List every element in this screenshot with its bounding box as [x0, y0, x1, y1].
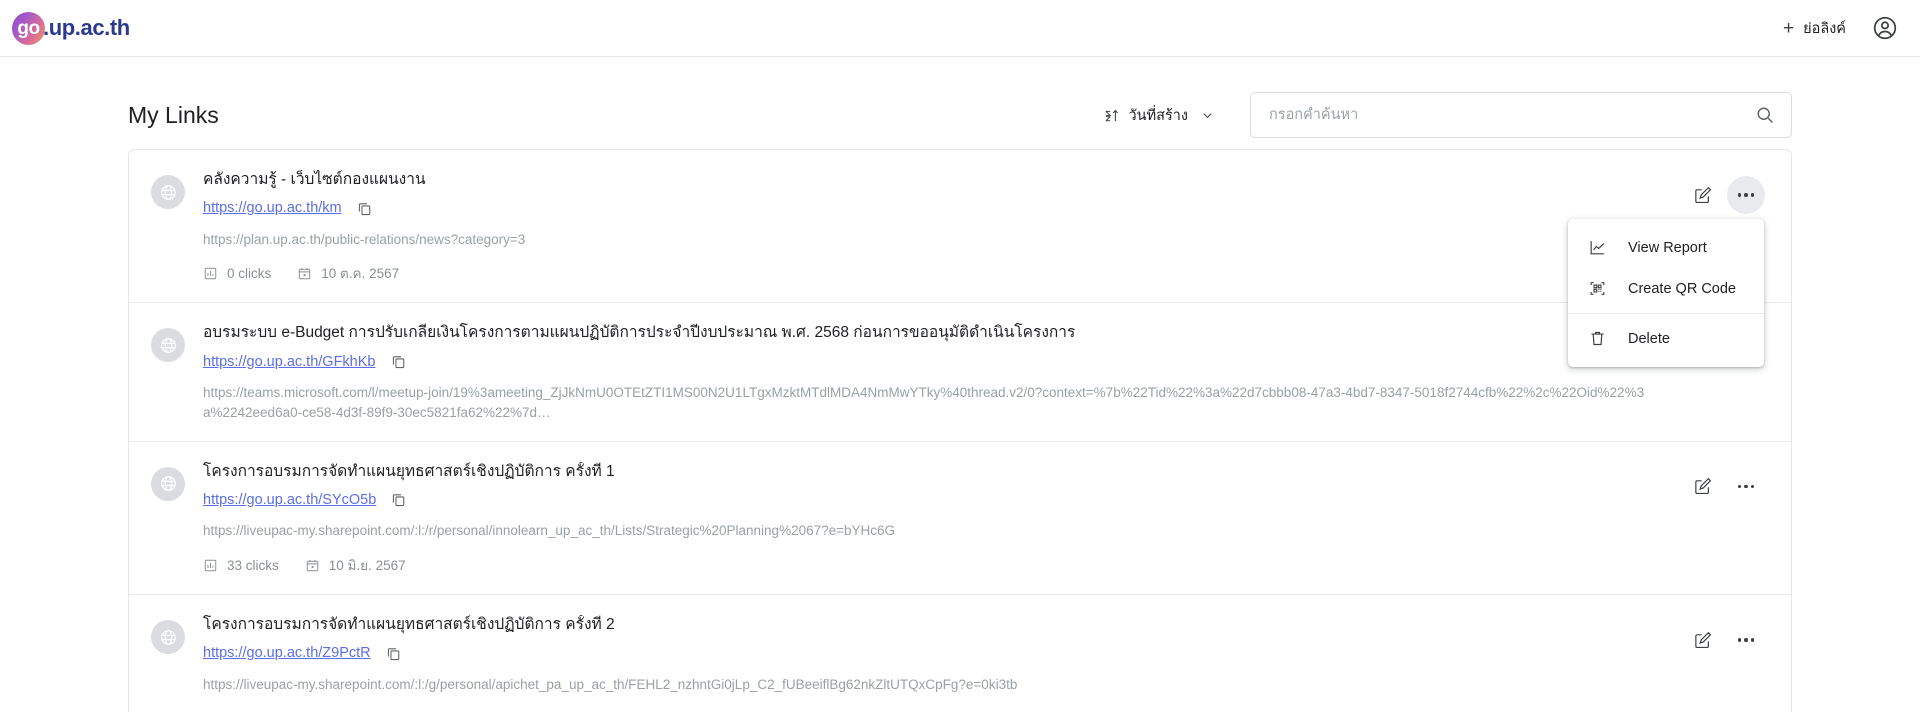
trash-icon	[1591, 331, 1604, 346]
menu-label: View Report	[1628, 239, 1707, 256]
created-date: 10 ต.ค. 2567	[321, 266, 400, 282]
page-header-controls: วันที่สร้าง	[1103, 92, 1792, 138]
calendar-icon	[306, 559, 318, 571]
destination-url: https://plan.up.ac.th/public-relations/n…	[203, 231, 526, 247]
more-options-icon	[1737, 638, 1755, 642]
clicks-meta: 33 clicks	[203, 558, 279, 573]
destination-url: https://liveupac-my.sharepoint.com/:l:/r…	[203, 523, 896, 539]
copy-icon[interactable]	[356, 200, 373, 217]
link-meta: 33 clicks 10 มิ.ย. 2567	[203, 554, 1663, 576]
sort-dropdown[interactable]: วันที่สร้าง	[1103, 104, 1214, 127]
edit-square-icon	[1694, 186, 1711, 203]
menu-item-delete[interactable]: Delete	[1568, 318, 1764, 359]
page-header: My Links วันที่สร้าง	[128, 81, 1792, 149]
links-list: คลังความรู้ - เว็บไซต์กองแผนงาน https://…	[128, 149, 1792, 712]
main-content: My Links วันที่สร้าง กรอกคำค้นหา คลังควา…	[0, 81, 1920, 712]
table-row[interactable]: คลังความรู้ - เว็บไซต์กองแผนงาน https://…	[129, 150, 1791, 367]
date-meta: 10 มิ.ย. 2567	[305, 708, 406, 712]
table-row[interactable]: อบรมระบบ e-Budget การปรับเกลี่ยเงินโครงก…	[129, 303, 1791, 442]
short-url-line: https://go.up.ac.th/SYcO5b	[203, 491, 1663, 508]
more-options-button[interactable]	[1727, 176, 1765, 214]
sort-label: วันที่สร้าง	[1128, 107, 1188, 124]
row-actions: View Report Create QR Code Delete	[1568, 176, 1765, 367]
created-date: 10 มิ.ย. 2567	[329, 708, 406, 712]
site-logo[interactable]: go .up.ac.th	[12, 11, 130, 45]
more-options-button[interactable]	[1727, 468, 1765, 506]
clicks-meta: 0 clicks	[203, 266, 271, 281]
globe-icon	[151, 620, 185, 655]
chevron-down-icon	[1201, 109, 1214, 122]
edit-square-icon	[1694, 631, 1711, 648]
add-link-label: ย่อลิงค์	[1803, 20, 1846, 37]
copy-icon[interactable]	[390, 491, 407, 508]
more-options-icon	[1737, 484, 1755, 489]
edit-link-button[interactable]	[1683, 468, 1721, 506]
edit-link-button[interactable]	[1683, 176, 1721, 214]
account-circle-icon[interactable]	[1872, 15, 1898, 41]
short-url-link[interactable]: https://go.up.ac.th/SYcO5b	[203, 492, 376, 508]
table-row[interactable]: โครงการอบรมการจัดทำแผนยุทธศาสตร์เชิงปฏิบ…	[129, 595, 1791, 712]
copy-icon[interactable]	[385, 645, 402, 662]
short-url-link[interactable]: https://go.up.ac.th/km	[203, 200, 342, 216]
row-content: คลังความรู้ - เว็บไซต์กองแผนงาน https://…	[185, 170, 1683, 284]
copy-icon[interactable]	[390, 353, 407, 370]
top-bar-actions: + ย่อลิงค์	[1783, 15, 1898, 41]
menu-divider	[1568, 313, 1764, 314]
bar-chart-icon	[204, 267, 217, 280]
row-content: อบรมระบบ e-Budget การปรับเกลี่ยเงินโครงก…	[185, 323, 1683, 422]
more-options-button[interactable]	[1727, 621, 1765, 659]
menu-label: Create QR Code	[1628, 280, 1736, 297]
globe-icon	[151, 175, 185, 209]
short-url-link[interactable]: https://go.up.ac.th/GFkhKb	[203, 354, 376, 370]
menu-label: Delete	[1628, 330, 1670, 347]
logo-text: .up.ac.th	[43, 15, 130, 40]
line-chart-icon	[1590, 241, 1605, 255]
edit-link-button[interactable]	[1683, 621, 1721, 659]
row-actions	[1683, 621, 1765, 712]
link-meta: 0 clicks 10 ต.ค. 2567	[203, 262, 1663, 284]
search-input[interactable]	[1269, 107, 1755, 123]
link-meta: 32 clicks 10 มิ.ย. 2567	[203, 708, 1663, 712]
link-title: อบรมระบบ e-Budget การปรับเกลี่ยเงินโครงก…	[203, 324, 1076, 342]
globe-icon	[151, 328, 185, 363]
created-date: 10 มิ.ย. 2567	[328, 558, 406, 574]
top-bar: go .up.ac.th + ย่อลิงค์	[0, 0, 1920, 57]
clicks-count: 33 clicks	[227, 557, 279, 573]
row-content: โครงการอบรมการจัดทำแผนยุทธศาสตร์เชิงปฏิบ…	[185, 615, 1683, 712]
short-url-line: https://go.up.ac.th/GFkhKb	[203, 353, 1663, 370]
calendar-icon	[299, 268, 311, 280]
destination-url: https://teams.microsoft.com/l/meetup-joi…	[203, 385, 1645, 420]
bar-chart-icon	[204, 559, 217, 571]
search-icon[interactable]	[1755, 105, 1775, 125]
short-url-link[interactable]: https://go.up.ac.th/Z9PctR	[203, 645, 371, 661]
more-options-icon	[1737, 193, 1755, 197]
context-menu: View Report Create QR Code Delete	[1568, 219, 1764, 367]
table-row[interactable]: โครงการอบรมการจัดทำแผนยุทธศาสตร์เชิงปฏิบ…	[129, 442, 1791, 596]
search-box[interactable]	[1250, 92, 1792, 138]
clicks-count: 0 clicks	[227, 265, 272, 281]
date-meta: 10 มิ.ย. 2567	[305, 554, 406, 576]
sort-az-icon	[1103, 107, 1120, 124]
menu-item-create-qr-code[interactable]: Create QR Code	[1568, 268, 1764, 309]
date-meta: 10 ต.ค. 2567	[297, 262, 399, 284]
plus-icon: +	[1783, 17, 1795, 39]
edit-square-icon	[1694, 477, 1711, 495]
menu-item-view-report[interactable]: View Report	[1568, 227, 1764, 268]
row-actions	[1683, 468, 1765, 576]
page-title: My Links	[128, 101, 219, 128]
link-title: โครงการอบรมการจัดทำแผนยุทธศาสตร์เชิงปฏิบ…	[203, 616, 615, 634]
row-content: โครงการอบรมการจัดทำแผนยุทธศาสตร์เชิงปฏิบ…	[185, 462, 1683, 576]
link-title: โครงการอบรมการจัดทำแผนยุทธศาสตร์เชิงปฏิบ…	[203, 462, 615, 480]
link-title: คลังความรู้ - เว็บไซต์กองแผนงาน	[203, 171, 426, 188]
short-url-line: https://go.up.ac.th/km	[203, 200, 1663, 217]
logo-badge: go	[12, 11, 45, 45]
globe-icon	[151, 466, 185, 501]
destination-url: https://liveupac-my.sharepoint.com/:l:/g…	[203, 676, 1018, 692]
short-url-line: https://go.up.ac.th/Z9PctR	[203, 645, 1663, 662]
add-link-button[interactable]: + ย่อลิงค์	[1783, 17, 1846, 40]
qr-code-icon	[1590, 282, 1605, 295]
